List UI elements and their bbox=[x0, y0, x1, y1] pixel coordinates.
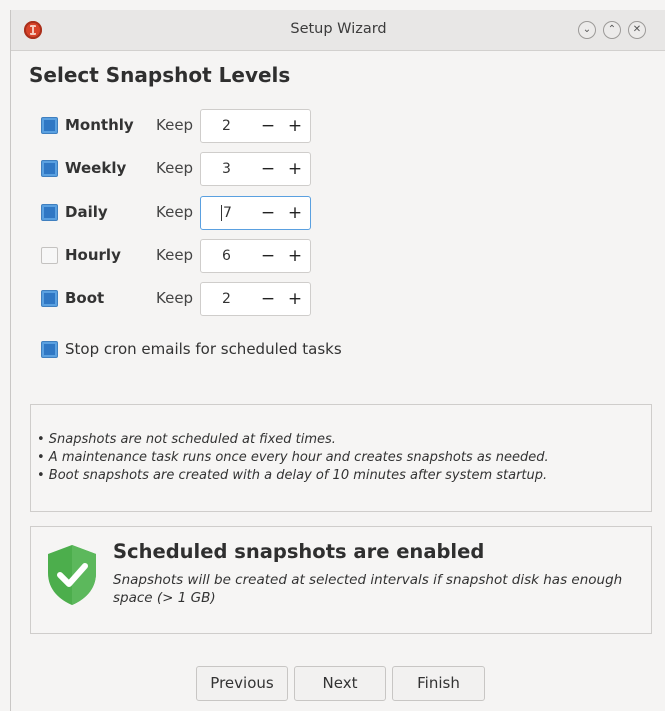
window-title: Setup Wizard bbox=[290, 21, 387, 37]
boot-label: Boot bbox=[65, 289, 105, 307]
monthly-count-value[interactable]: 2 bbox=[222, 118, 231, 134]
increment-button[interactable]: + bbox=[285, 157, 305, 181]
info-line: • Snapshots are not scheduled at fixed t… bbox=[37, 432, 336, 447]
status-panel: Scheduled snapshots are enabled Snapshot… bbox=[30, 526, 652, 634]
next-button[interactable]: Next bbox=[294, 666, 386, 701]
hourly-count-stepper[interactable]: 6 − + bbox=[200, 239, 311, 273]
cron-row: Stop cron emails for scheduled tasks bbox=[11, 333, 665, 367]
decrement-button[interactable]: − bbox=[258, 157, 278, 181]
status-message: Snapshots will be created at selected in… bbox=[113, 572, 623, 606]
level-row-boot: Boot Keep 2 − + bbox=[11, 282, 665, 316]
info-panel: • Snapshots are not scheduled at fixed t… bbox=[30, 404, 652, 512]
page-title: Select Snapshot Levels bbox=[29, 63, 291, 87]
previous-button[interactable]: Previous bbox=[196, 666, 288, 701]
weekly-checkbox[interactable] bbox=[41, 160, 58, 177]
increment-button[interactable]: + bbox=[285, 201, 305, 225]
increment-button[interactable]: + bbox=[285, 114, 305, 138]
daily-label: Daily bbox=[65, 203, 108, 221]
monthly-count-stepper[interactable]: 2 − + bbox=[200, 109, 311, 143]
monthly-label: Monthly bbox=[65, 116, 134, 134]
weekly-count-value[interactable]: 3 bbox=[222, 161, 231, 177]
title-bar: Setup Wizard ⌄ ⌃ ✕ bbox=[11, 10, 665, 51]
keep-label: Keep bbox=[156, 116, 194, 134]
boot-count-stepper[interactable]: 2 − + bbox=[200, 282, 311, 316]
decrement-button[interactable]: − bbox=[258, 287, 278, 311]
boot-checkbox[interactable] bbox=[41, 290, 58, 307]
keep-label: Keep bbox=[156, 289, 194, 307]
keep-label: Keep bbox=[156, 159, 194, 177]
daily-count-stepper[interactable]: 7 − + bbox=[200, 196, 311, 230]
hourly-checkbox[interactable] bbox=[41, 247, 58, 264]
finish-button[interactable]: Finish bbox=[392, 666, 485, 701]
decrement-button[interactable]: − bbox=[258, 114, 278, 138]
level-row-daily: Daily Keep 7 − + bbox=[11, 196, 665, 230]
close-icon[interactable]: ✕ bbox=[628, 21, 646, 39]
level-row-hourly: Hourly Keep 6 − + bbox=[11, 239, 665, 273]
info-line: • A maintenance task runs once every hou… bbox=[37, 450, 549, 465]
stop-cron-emails-label[interactable]: Stop cron emails for scheduled tasks bbox=[65, 340, 342, 358]
level-row-weekly: Weekly Keep 3 − + bbox=[11, 152, 665, 186]
decrement-button[interactable]: − bbox=[258, 201, 278, 225]
setup-wizard-window: Setup Wizard ⌄ ⌃ ✕ Select Snapshot Level… bbox=[10, 10, 665, 711]
monthly-checkbox[interactable] bbox=[41, 117, 58, 134]
daily-checkbox[interactable] bbox=[41, 204, 58, 221]
weekly-label: Weekly bbox=[65, 159, 127, 177]
daily-count-value[interactable]: 7 bbox=[221, 205, 232, 221]
info-line: • Boot snapshots are created with a dela… bbox=[37, 468, 548, 483]
increment-button[interactable]: + bbox=[285, 287, 305, 311]
stop-cron-emails-checkbox[interactable] bbox=[41, 341, 58, 358]
hourly-label: Hourly bbox=[65, 246, 121, 264]
hourly-count-value[interactable]: 6 bbox=[222, 248, 231, 264]
keep-label: Keep bbox=[156, 203, 194, 221]
weekly-count-stepper[interactable]: 3 − + bbox=[200, 152, 311, 186]
boot-count-value[interactable]: 2 bbox=[222, 291, 231, 307]
shield-check-icon bbox=[48, 545, 96, 605]
status-title: Scheduled snapshots are enabled bbox=[113, 540, 485, 563]
decrement-button[interactable]: − bbox=[258, 244, 278, 268]
keep-label: Keep bbox=[156, 246, 194, 264]
minimize-icon[interactable]: ⌄ bbox=[578, 21, 596, 39]
level-row-monthly: Monthly Keep 2 − + bbox=[11, 109, 665, 143]
maximize-icon[interactable]: ⌃ bbox=[603, 21, 621, 39]
increment-button[interactable]: + bbox=[285, 244, 305, 268]
